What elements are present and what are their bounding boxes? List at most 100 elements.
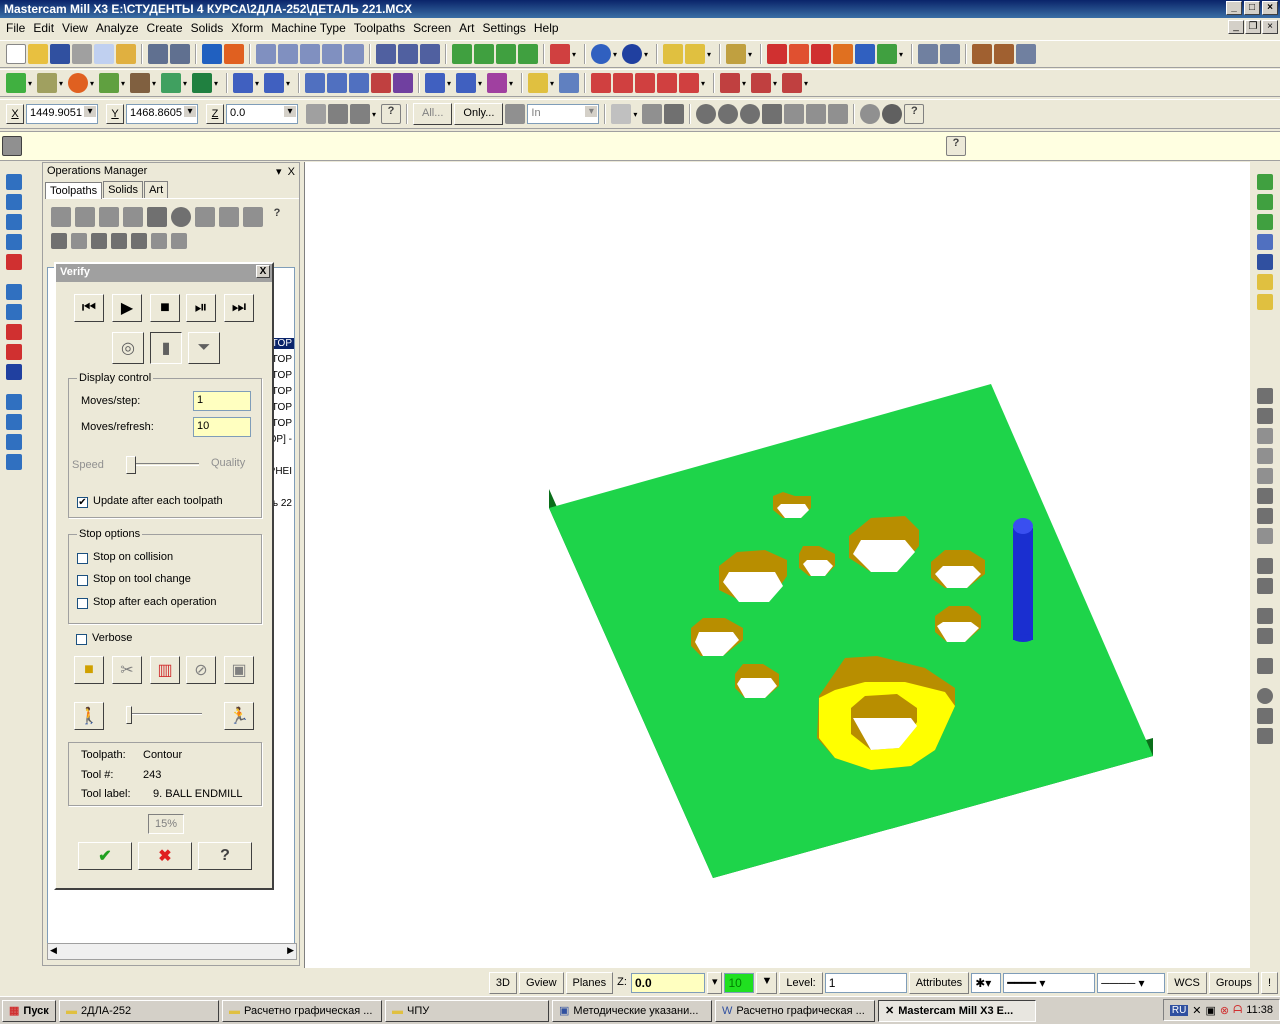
high-speed-icon[interactable] bbox=[219, 207, 239, 227]
line-icon[interactable] bbox=[37, 73, 57, 93]
create-rect-icon[interactable] bbox=[1257, 488, 1273, 504]
regen-all-icon[interactable] bbox=[99, 207, 119, 227]
stop-on-tool-change-checkbox[interactable] bbox=[77, 575, 88, 586]
maximize-button[interactable]: □ bbox=[1244, 1, 1260, 15]
wcs-button[interactable]: WCS bbox=[1167, 972, 1207, 994]
verbose-checkbox[interactable] bbox=[76, 634, 87, 645]
select-face-icon[interactable] bbox=[806, 104, 827, 124]
moves-step-input[interactable]: 1 bbox=[193, 391, 251, 411]
x-coordinate-field[interactable]: 1449.9051 bbox=[26, 104, 98, 124]
antivirus-icon[interactable]: ⊗ bbox=[1220, 1004, 1229, 1017]
play-button[interactable]: ▶ bbox=[112, 294, 142, 322]
tool-icon[interactable] bbox=[972, 44, 992, 64]
xform-rotate-icon[interactable] bbox=[349, 73, 369, 93]
taskbar-item-active[interactable]: ✕ Mastercam Mill X3 E... bbox=[878, 999, 1036, 1022]
panel-menu-icon[interactable]: ▾ bbox=[276, 166, 282, 178]
taskbar-item[interactable]: ▬ ЧПУ bbox=[385, 999, 549, 1022]
moves-refresh-input[interactable]: 10 bbox=[193, 417, 251, 437]
tag-filter-icon[interactable] bbox=[679, 73, 699, 93]
trim-icon[interactable] bbox=[233, 73, 253, 93]
attributes-button[interactable]: Attributes bbox=[908, 972, 970, 994]
create-fillet-icon[interactable] bbox=[1257, 468, 1273, 484]
dimension-linear-icon[interactable] bbox=[1257, 658, 1273, 674]
move-up-icon[interactable] bbox=[131, 233, 147, 249]
toggle-post-icon[interactable] bbox=[91, 233, 107, 249]
spline-icon[interactable] bbox=[161, 73, 181, 93]
menu-art[interactable]: Art bbox=[455, 21, 478, 35]
select-window-icon[interactable] bbox=[696, 104, 717, 124]
help-arrow-icon[interactable] bbox=[767, 44, 787, 64]
select-all-ops-icon[interactable] bbox=[51, 207, 71, 227]
menu-screen[interactable]: Screen bbox=[409, 21, 455, 35]
arch-icon[interactable] bbox=[635, 73, 655, 93]
delete-ops-icon[interactable] bbox=[243, 207, 263, 227]
level-label[interactable]: Level: bbox=[779, 972, 823, 994]
cube-right-icon[interactable] bbox=[496, 44, 516, 64]
select-polygon-icon[interactable] bbox=[718, 104, 739, 124]
save-icon[interactable] bbox=[50, 44, 70, 64]
hint-icon[interactable] bbox=[116, 44, 136, 64]
xform-translate-icon[interactable] bbox=[305, 73, 325, 93]
z-depth-field[interactable]: 0.0 bbox=[630, 973, 705, 993]
solid-cut-icon[interactable] bbox=[751, 73, 771, 93]
multiaxis-icon[interactable] bbox=[6, 324, 22, 340]
select-dirty-ops-icon[interactable] bbox=[75, 207, 95, 227]
view-side-icon[interactable] bbox=[1257, 214, 1273, 230]
monitor-icon[interactable] bbox=[918, 44, 938, 64]
unzoom-icon[interactable] bbox=[398, 44, 418, 64]
select-only-button[interactable]: Only... bbox=[454, 103, 504, 125]
compare-button[interactable]: ▥ bbox=[150, 656, 180, 684]
measure-button[interactable]: ⊘ bbox=[186, 656, 216, 684]
zoom-window-icon[interactable] bbox=[256, 44, 276, 64]
rewind-button[interactable]: ⏮ bbox=[74, 294, 104, 322]
select-vector-icon[interactable] bbox=[740, 104, 761, 124]
trimming-icon[interactable] bbox=[6, 394, 22, 410]
sphere-icon[interactable] bbox=[622, 44, 642, 64]
z-coordinate-field[interactable]: 0.0 bbox=[226, 104, 298, 124]
cube-top-icon[interactable] bbox=[452, 44, 472, 64]
screen-icon[interactable] bbox=[940, 44, 960, 64]
dimension-icon[interactable] bbox=[425, 73, 445, 93]
zoom-in-icon[interactable] bbox=[300, 44, 320, 64]
shading-icon[interactable] bbox=[550, 44, 570, 64]
fit-icon[interactable] bbox=[224, 44, 244, 64]
list-icon[interactable] bbox=[613, 73, 633, 93]
point-icon[interactable] bbox=[6, 73, 26, 93]
fast-button[interactable]: 🏃 bbox=[224, 702, 254, 730]
solid-revolve-icon[interactable] bbox=[1257, 628, 1273, 644]
analyze-distance-icon[interactable] bbox=[1257, 728, 1273, 744]
toolpath-contour-icon[interactable] bbox=[6, 194, 22, 210]
ruler-icon[interactable] bbox=[1257, 274, 1273, 290]
zoom-out-icon[interactable] bbox=[322, 44, 342, 64]
no-entry-icon[interactable] bbox=[860, 104, 881, 124]
color-field[interactable]: 10 bbox=[724, 973, 755, 993]
surface-icon[interactable] bbox=[192, 73, 212, 93]
slider-thumb[interactable] bbox=[125, 456, 136, 474]
chamfer-icon[interactable] bbox=[130, 73, 150, 93]
taskbar-item[interactable]: W Расчетно графическая ... bbox=[715, 999, 875, 1022]
lock-icon[interactable] bbox=[51, 233, 67, 249]
wireframe-toolpath-icon[interactable] bbox=[6, 344, 22, 360]
surface-finish-icon[interactable] bbox=[6, 304, 22, 320]
menu-help[interactable]: Help bbox=[530, 21, 563, 35]
scroll-icon[interactable] bbox=[171, 233, 187, 249]
select-all-button[interactable]: All... bbox=[413, 103, 453, 125]
selection-mask-icon[interactable] bbox=[505, 104, 526, 124]
save-stl-button[interactable]: ▣ bbox=[224, 656, 254, 684]
stock-model-icon[interactable] bbox=[6, 414, 22, 430]
post-icon[interactable] bbox=[195, 207, 215, 227]
tab-art[interactable]: Art bbox=[144, 181, 169, 198]
speed-quality-slider[interactable] bbox=[125, 456, 199, 474]
move-down-icon[interactable] bbox=[111, 233, 127, 249]
step-button[interactable]: ⏯ bbox=[186, 294, 216, 322]
xform-scale-icon[interactable] bbox=[371, 73, 391, 93]
ribbon-help-icon[interactable]: ? bbox=[946, 136, 966, 156]
line-style-field[interactable]: ━━━━ ▾ bbox=[1003, 973, 1096, 993]
globe-icon[interactable] bbox=[591, 44, 611, 64]
stretch-icon[interactable] bbox=[559, 73, 579, 93]
table-icon[interactable] bbox=[591, 73, 611, 93]
speed-slider-thumb[interactable] bbox=[126, 706, 132, 724]
grid-icon[interactable] bbox=[456, 73, 476, 93]
save-view-icon[interactable] bbox=[1257, 254, 1273, 270]
cube-front-icon[interactable] bbox=[474, 44, 494, 64]
